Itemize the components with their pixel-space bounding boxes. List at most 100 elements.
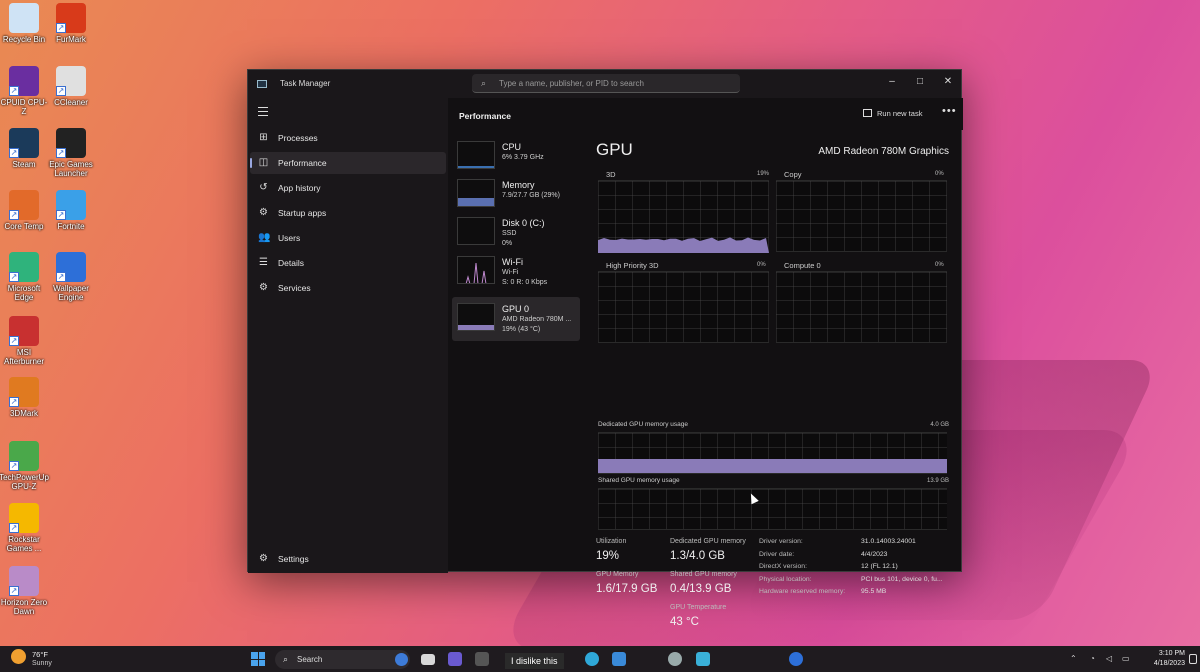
wifi-icon[interactable]: ◔	[1090, 654, 1095, 663]
minimize-button[interactable]: –	[882, 74, 902, 90]
window-title: Task Manager	[280, 79, 331, 88]
desktop-icon-wallpaper-engine[interactable]: ↗ Wallpaper Engine	[47, 252, 95, 302]
desktop-icon-label: FurMark	[56, 35, 86, 44]
sidebar-item-settings[interactable]: ⚙ Settings	[250, 548, 446, 570]
close-button[interactable]: ✕	[938, 74, 958, 90]
gpu-temperature-label: GPU Temperature	[670, 604, 727, 611]
engine-percent: 0%	[757, 262, 766, 268]
search-box[interactable]: ⌕	[472, 74, 740, 93]
device-name: GPU 0	[502, 304, 530, 314]
clock-time[interactable]: 3:10 PM	[1145, 650, 1185, 657]
notepad-taskbar-icon[interactable]	[696, 652, 710, 666]
weather-sun-icon[interactable]	[11, 649, 26, 664]
startup-apps-icon: ⚙	[259, 207, 268, 218]
desktop-icon-epic-games[interactable]: ↗ Epic Games Launcher	[47, 128, 95, 178]
sidebar-item-label: App history	[278, 183, 321, 193]
device-detail: SSD	[502, 230, 517, 237]
shortcut-arrow-icon: ↗	[56, 148, 66, 158]
desktop-icon-rockstar[interactable]: ↗ Rockstar Games ...	[0, 503, 48, 553]
desktop-icon-3dmark[interactable]: ↗ 3DMark	[0, 377, 48, 418]
desktop-icon-label: Recycle Bin	[2, 35, 46, 44]
utilization-label: Utilization	[596, 538, 627, 545]
task-manager-taskbar-icon[interactable]	[612, 652, 626, 666]
engine-graph	[776, 180, 947, 252]
performance-icon: ◫	[258, 157, 269, 168]
notification-icon[interactable]	[1189, 654, 1197, 664]
device-detail: 0%	[502, 240, 513, 247]
more-options-button[interactable]: •••	[942, 105, 957, 117]
shared-memory-stat-label: Shared GPU memory	[670, 571, 737, 578]
sidebar-item-label: Details	[278, 258, 304, 268]
device-thumbnail-graph	[457, 179, 495, 207]
task-view-icon[interactable]	[421, 654, 435, 665]
desktop-icon-core-temp[interactable]: ↗ Core Temp	[0, 190, 48, 231]
weather-condition[interactable]: Sunny	[32, 660, 52, 667]
thumbnail-fill	[458, 166, 494, 168]
taskbar-search[interactable]: ⌕ Search	[275, 650, 410, 669]
gpuz-icon: ↗	[9, 441, 39, 471]
desktop-icon-gpuz[interactable]: ↗ TechPowerUp GPU-Z	[0, 441, 49, 491]
rockstar-icon: ↗	[9, 503, 39, 533]
desktop-icon-label: Steam	[12, 160, 36, 169]
performance-header: Performance Run new task •••	[448, 98, 963, 130]
run-new-task-button[interactable]: Run new task	[863, 109, 922, 118]
device-wi-fi[interactable]: Wi-Fi Wi-Fi S: 0 R: 0 Kbps	[452, 250, 580, 294]
sidebar-item-performance[interactable]: ◫ Performance	[250, 152, 446, 174]
engine-percent: 19%	[757, 171, 770, 177]
teams-chat-icon[interactable]	[448, 652, 462, 666]
desktop-icon-recycle-bin[interactable]: Recycle Bin	[0, 3, 48, 44]
task-manager-window: Task Manager ⌕ – □ ✕ ⊞ Processes ◫ Performa…	[247, 69, 963, 628]
weather-temperature[interactable]: 76°F	[32, 650, 48, 659]
sidebar-item-app-history[interactable]: ↺ App history	[250, 177, 446, 199]
page-title: Performance	[459, 111, 511, 121]
desktop-icon-horizon[interactable]: ↗ Horizon Zero Dawn	[0, 566, 48, 616]
show-hidden-icons-chevron-icon[interactable]: ⌃	[1070, 654, 1077, 663]
sidebar-item-services[interactable]: ⚙ Services	[250, 277, 446, 299]
services-icon: ⚙	[259, 282, 268, 293]
desktop-icon-furmark[interactable]: ↗ FurMark	[47, 3, 95, 44]
start-button[interactable]	[251, 652, 265, 666]
title-bar[interactable]: Task Manager ⌕ – □ ✕	[248, 70, 961, 98]
desktop-icon-cpuz[interactable]: ↗ CPUID CPU-Z	[0, 66, 48, 116]
battery-icon[interactable]: ▭	[1122, 654, 1130, 663]
engine-graph	[598, 180, 769, 253]
steam-icon: ↗	[9, 128, 39, 158]
settings-taskbar-icon[interactable]	[668, 652, 682, 666]
sidebar-item-processes[interactable]: ⊞ Processes	[250, 127, 446, 149]
desktop-icon-msi-afterburner[interactable]: ↗ MSI Afterburner	[0, 316, 48, 366]
furmark-icon: ↗	[56, 3, 86, 33]
desktop-icon-edge[interactable]: ↗ Microsoft Edge	[0, 252, 48, 302]
app-history-icon: ↺	[259, 182, 268, 193]
device-gpu-0[interactable]: GPU 0 AMD Radeon 780M ... 19% (43 °C)	[452, 297, 580, 341]
maximize-button[interactable]: □	[910, 74, 930, 90]
sidebar-item-label: Settings	[278, 554, 309, 564]
search-input[interactable]	[499, 76, 729, 90]
desktop-icon-ccleaner[interactable]: ↗ CCleaner	[47, 66, 95, 107]
shortcut-arrow-icon: ↗	[9, 523, 19, 533]
sidebar-item-users[interactable]: 👥 Users	[250, 227, 446, 249]
clock-date[interactable]: 4/18/2023	[1145, 660, 1185, 667]
bing-icon[interactable]	[395, 653, 408, 666]
widgets-icon[interactable]	[475, 652, 489, 666]
info-value: 95.5 MB	[861, 588, 887, 595]
cpuz-icon: ↗	[9, 66, 39, 96]
engine-usage-area	[598, 237, 769, 253]
volume-icon[interactable]: ◁	[1106, 654, 1112, 663]
shortcut-arrow-icon: ↗	[56, 86, 66, 96]
taskbar: 76°F Sunny ⌕ Search I dislike this ⌃ ◔ ◁…	[0, 646, 1200, 672]
shortcut-arrow-icon: ↗	[9, 586, 19, 596]
shared-memory-max: 13.9 GB	[926, 478, 949, 484]
desktop-icon-steam[interactable]: ↗ Steam	[0, 128, 48, 169]
thumbnail-fill	[458, 198, 494, 206]
horizon-icon: ↗	[9, 566, 39, 596]
desktop-icon-fortnite[interactable]: ↗ Fortnite	[47, 190, 95, 231]
hamburger-menu-icon[interactable]	[258, 107, 268, 119]
sidebar-item-label: Performance	[278, 158, 327, 168]
sidebar-item-details[interactable]: ☰ Details	[250, 252, 446, 274]
shortcut-arrow-icon: ↗	[9, 461, 19, 471]
edge-taskbar-icon[interactable]	[585, 652, 599, 666]
info-value: 12 (FL 12.1)	[861, 563, 898, 570]
sidebar-item-startup-apps[interactable]: ⚙ Startup apps	[250, 202, 446, 224]
device-disk-0-c[interactable]: Disk 0 (C:) SSD 0%	[452, 211, 580, 255]
wallpaper-engine-taskbar-icon[interactable]	[789, 652, 803, 666]
